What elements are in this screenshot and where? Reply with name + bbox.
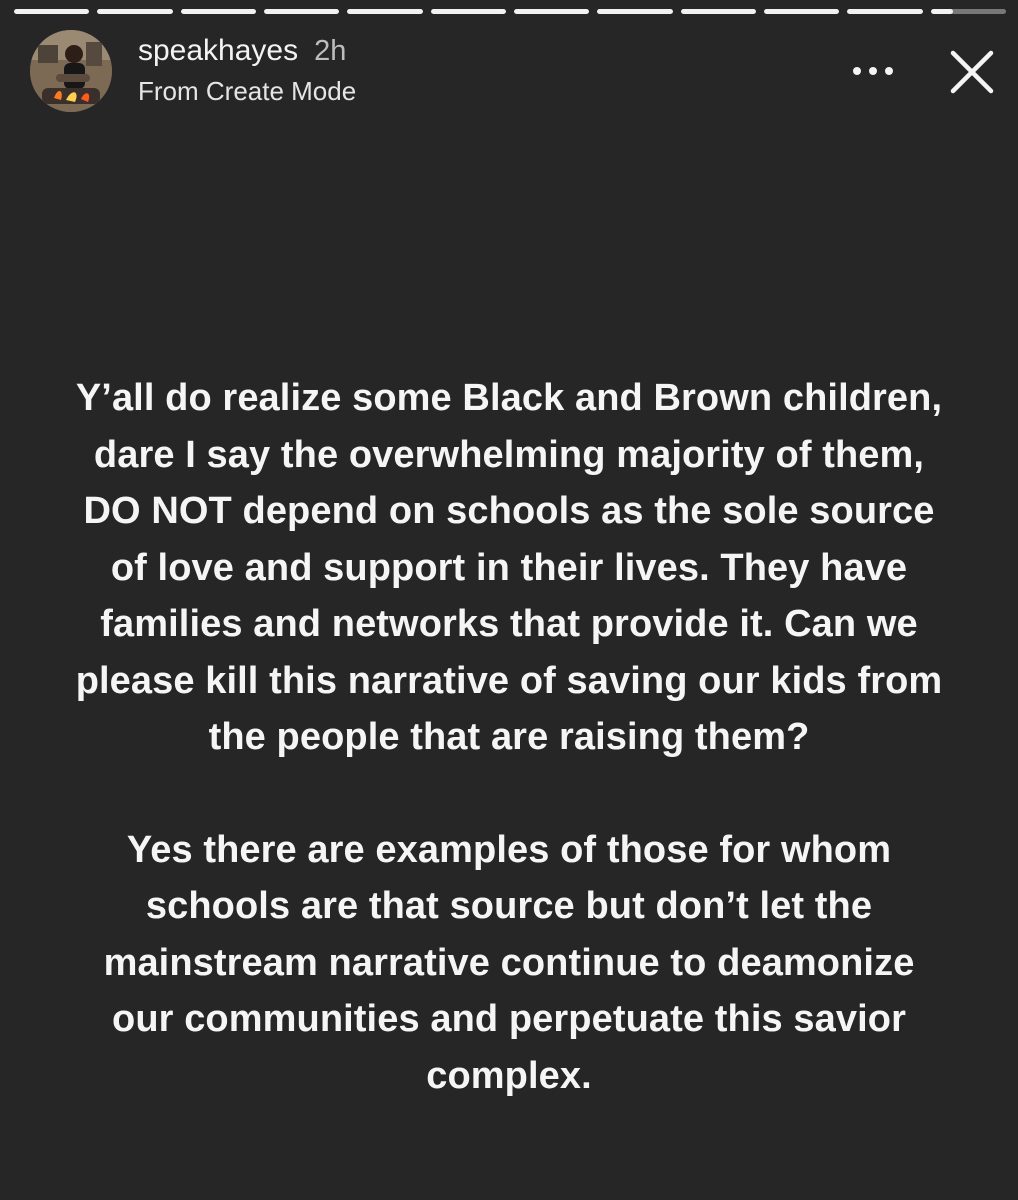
story-progress-fill xyxy=(347,9,423,14)
avatar[interactable] xyxy=(30,30,112,112)
close-icon xyxy=(950,50,994,94)
story-progress-fill xyxy=(597,9,673,14)
story-progress-segment xyxy=(263,9,340,14)
story-progress-fill xyxy=(763,9,840,14)
story-progress-fill xyxy=(680,9,756,14)
story-progress-segment xyxy=(97,9,173,14)
post-time: 2h xyxy=(314,35,347,67)
story-progress-fill xyxy=(97,9,173,14)
story-progress-fill xyxy=(513,9,590,14)
story-text-content: Y’all do realize some Black and Brown ch… xyxy=(70,370,948,1104)
close-button[interactable] xyxy=(946,46,998,98)
story-progress-fill xyxy=(180,9,256,14)
story-progress-segment xyxy=(347,9,423,14)
story-progress-segment xyxy=(180,9,256,14)
username-link[interactable]: speakhayes xyxy=(138,34,298,68)
story-progress-fill xyxy=(847,9,923,14)
user-meta: speakhayes 2h From Create Mode xyxy=(138,34,356,106)
story-progress-fill xyxy=(430,9,506,14)
avatar-image xyxy=(30,30,112,112)
more-options-button[interactable] xyxy=(846,54,900,88)
story-progress-segment xyxy=(597,9,673,14)
story-progress-segment xyxy=(14,9,90,14)
story-progress-segment xyxy=(513,9,590,14)
user-line: speakhayes 2h xyxy=(138,34,356,68)
story-progress-bars xyxy=(14,9,1006,15)
story-header: speakhayes 2h From Create Mode xyxy=(30,30,998,114)
story-paragraph-2: Yes there are examples of those for whom… xyxy=(103,828,915,1097)
story-progress-segment xyxy=(847,9,923,14)
story-progress-segment xyxy=(680,9,756,14)
story-progress-segment xyxy=(763,9,840,14)
story-paragraph-1: Y’all do realize some Black and Brown ch… xyxy=(75,377,943,758)
instagram-story-viewer: speakhayes 2h From Create Mode Y’all do … xyxy=(0,0,1018,1200)
story-progress-fill xyxy=(263,9,340,14)
story-subtitle: From Create Mode xyxy=(138,76,357,106)
story-progress-fill xyxy=(930,9,954,14)
story-progress-segment xyxy=(430,9,506,14)
story-progress-fill xyxy=(14,9,90,14)
more-horizontal-icon xyxy=(853,67,893,75)
story-progress-segment xyxy=(930,9,1006,14)
